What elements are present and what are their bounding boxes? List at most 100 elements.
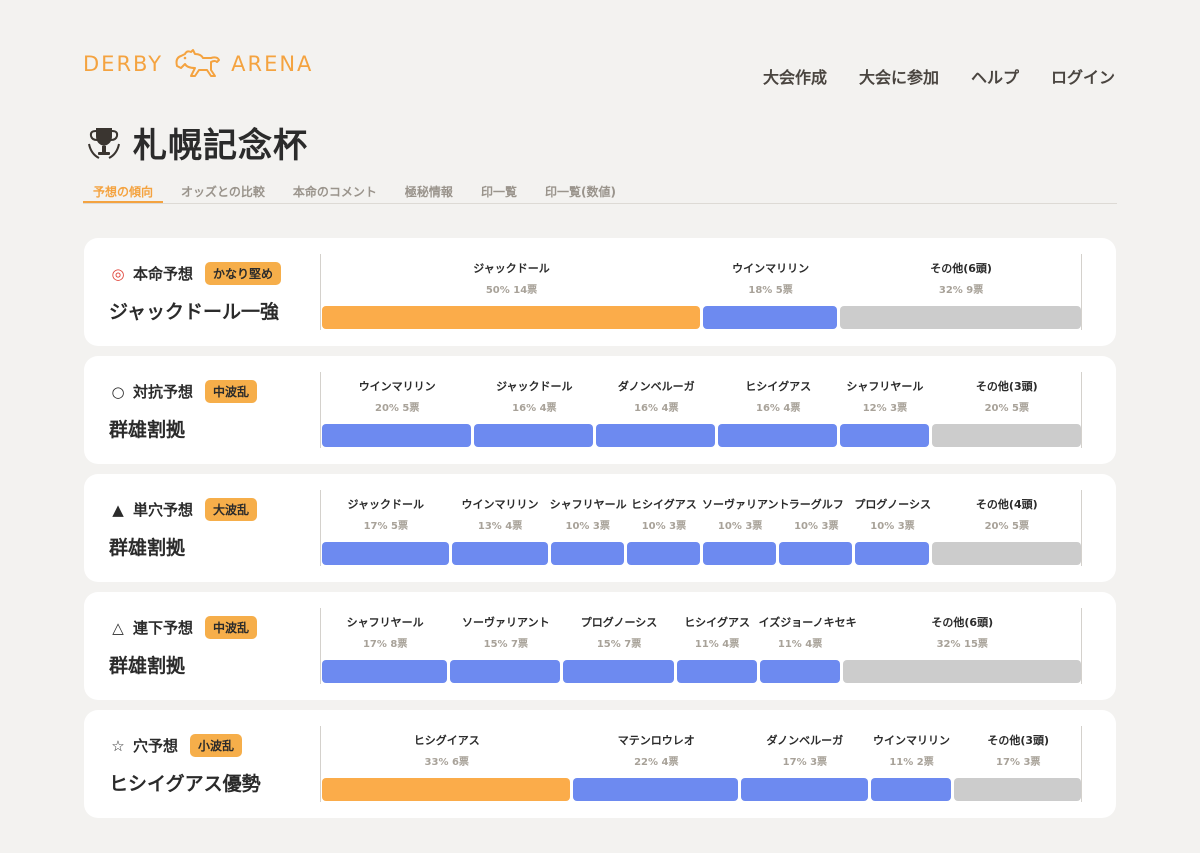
vote-segment-label: ウインマリリン 20% 5票 [321,378,473,414]
tab-prediction-trend[interactable]: 予想の傾向 [83,180,164,203]
horse-name: ジャックドール [473,262,550,275]
prediction-summary: ジャックドール一強 [109,301,280,323]
tab-mark-list[interactable]: 印一覧 [471,180,527,203]
vote-segment-label: ヒシイグアス 16% 4票 [717,378,839,414]
horse-name: シャフリヤール [846,380,924,393]
vote-bar-segment[interactable] [842,660,1081,683]
trophy-icon [88,127,120,159]
vote-share-chart: ジャックドール 17% 5票 ウインマリリン 13% 4票 シャフリヤール 10% 3票ヒ… [320,490,1082,566]
page-title: 札幌記念杯 [133,126,308,166]
horse-name: シャフリヤール [549,498,627,511]
vote-stat: 10% 3票 [565,521,610,532]
vote-stat: 16% 4票 [512,403,557,414]
vote-segment-label: プログノーシス 15% 7票 [562,614,675,650]
horse-name: プログノーシス [580,616,658,629]
nav-join-tournament[interactable]: 大会に参加 [859,64,939,88]
vote-bar-segment[interactable] [322,660,448,683]
vote-share-chart: ヒシグイアス 33% 6票 マテンロウレオ 22% 4票 ダノンベルーガ 17% 3票 ウイ… [320,726,1082,802]
vote-bar-segment[interactable] [322,778,571,801]
prediction-type-label: 単穴予想 [133,501,194,519]
prediction-summary: 群雄割拠 [109,419,186,441]
vote-bar-segment[interactable] [676,660,757,683]
vote-segment-label: ダノンベルーガ 16% 4票 [595,378,717,414]
horse-name: ジャックドール [496,380,573,393]
vote-segment-label: ウインマリリン 13% 4票 [451,496,550,532]
vote-bar-segment[interactable] [779,542,853,565]
vote-stat: 11% 2票 [889,757,934,768]
vote-segment-label: ラーグルフ 10% 3票 [778,496,854,532]
vote-bar-segment[interactable] [451,542,548,565]
prediction-card: ○ 対抗予想 中波乱 群雄割拠 ウインマリリン 20% 5票 ジャックドール 16% … [84,356,1116,464]
vote-segment-label: その他(4頭) 20% 5票 [931,496,1083,532]
vote-bar-segment[interactable] [954,778,1081,801]
horse-name: ウインマリリン [732,262,810,275]
vote-bar-segment[interactable] [573,778,739,801]
prediction-card: ◎ 本命予想 かなり堅め ジャックドール一強 ジャックドール 50% 14票 ウイン… [84,238,1116,346]
vote-bar-segment[interactable] [931,424,1081,447]
horse-name: ヒシイグアス [684,616,750,629]
horse-name: ソーヴァリアント [462,616,550,629]
vote-bar-segment[interactable] [703,306,838,329]
tab-mark-list-numeric[interactable]: 印一覧(数値) [535,180,626,203]
horse-name: ヒシイグアス [745,380,812,393]
triangle-outline-mark-icon: △ [112,618,124,637]
horse-name: その他(6頭) [931,616,994,629]
vote-bar-segment[interactable] [596,424,716,447]
logo-text-left: DERBY [83,52,164,76]
vote-segment-label: プログノーシス 10% 3票 [854,496,931,532]
tab-secret-info[interactable]: 極秘情報 [395,180,463,203]
vote-bar-segment[interactable] [626,542,700,565]
vote-bar-segment[interactable] [322,542,449,565]
vote-segment-label: イズジョーノキセキ 11% 4票 [758,614,857,650]
logo[interactable]: DERBY ARENA [83,46,313,82]
vote-stat: 17% 3票 [996,757,1041,768]
vote-stat: 10% 3票 [794,521,839,532]
horse-name: マテンロウレオ [617,734,695,747]
vote-stat: 10% 3票 [870,521,915,532]
vote-segment-label: その他(6頭) 32% 15票 [842,614,1083,650]
horse-name: ヒシグイアス [413,734,480,747]
page-title-row: 札幌記念杯 [83,118,308,167]
vote-bar-segment[interactable] [931,542,1081,565]
vote-stat: 16% 4票 [634,403,679,414]
horse-name: その他(4頭) [975,498,1038,511]
double-circle-mark-icon: ◎ [111,264,125,283]
horse-name: ウインマリリン [461,498,539,511]
vote-bar-segment[interactable] [322,424,472,447]
tab-favorite-comments[interactable]: 本命のコメント [283,180,387,203]
vote-bar-segment[interactable] [840,306,1081,329]
vote-segment-label: ジャックドール 50% 14票 [321,260,702,296]
vote-bar-segment[interactable] [718,424,838,447]
vote-segment-label: シャフリヤール 10% 3票 [549,496,627,532]
vote-stat: 11% 4票 [694,639,740,650]
vote-segment-label: ヒシグイアス 33% 6票 [321,732,572,768]
horse-name: シャフリヤール [346,616,424,629]
prediction-card: △ 連下予想 中波乱 群雄割拠 シャフリヤール 17% 8票 ソーヴァリアント 15%… [84,592,1116,700]
vote-bar-segment[interactable] [563,660,674,683]
vote-bar-segment[interactable] [759,660,840,683]
vote-bar-segment[interactable] [855,542,929,565]
nav-create-tournament[interactable]: 大会作成 [763,64,827,88]
vote-bar-segment[interactable] [703,542,777,565]
vote-bar-segment[interactable] [450,660,561,683]
vote-stat: 32% 9票 [938,285,984,296]
vote-segment-label: ジャックドール 16% 4票 [473,378,595,414]
vote-bar-segment[interactable] [474,424,594,447]
vote-stat: 11% 4票 [777,639,823,650]
vote-stat: 10% 3票 [717,521,763,532]
nav-help[interactable]: ヘルプ [971,64,1019,88]
logo-text-right: ARENA [231,52,314,76]
vote-bar-segment[interactable] [550,542,624,565]
horse-name: ダノンベルーガ [617,380,695,393]
vote-bar-segment[interactable] [322,306,700,329]
horse-name: イズジョーノキセキ [758,616,857,629]
vote-bar-segment[interactable] [870,778,952,801]
prediction-summary: 群雄割拠 [109,655,186,677]
nav-login[interactable]: ログイン [1051,64,1115,88]
tab-odds-comparison[interactable]: オッズとの比較 [171,180,275,203]
prediction-summary: ヒシイグアス優勢 [109,773,261,795]
vote-bar-segment[interactable] [840,424,929,447]
vote-segment-label: マテンロウレオ 22% 4票 [572,732,740,768]
vote-bar-segment[interactable] [741,778,868,801]
vote-stat: 32% 15票 [936,639,988,650]
